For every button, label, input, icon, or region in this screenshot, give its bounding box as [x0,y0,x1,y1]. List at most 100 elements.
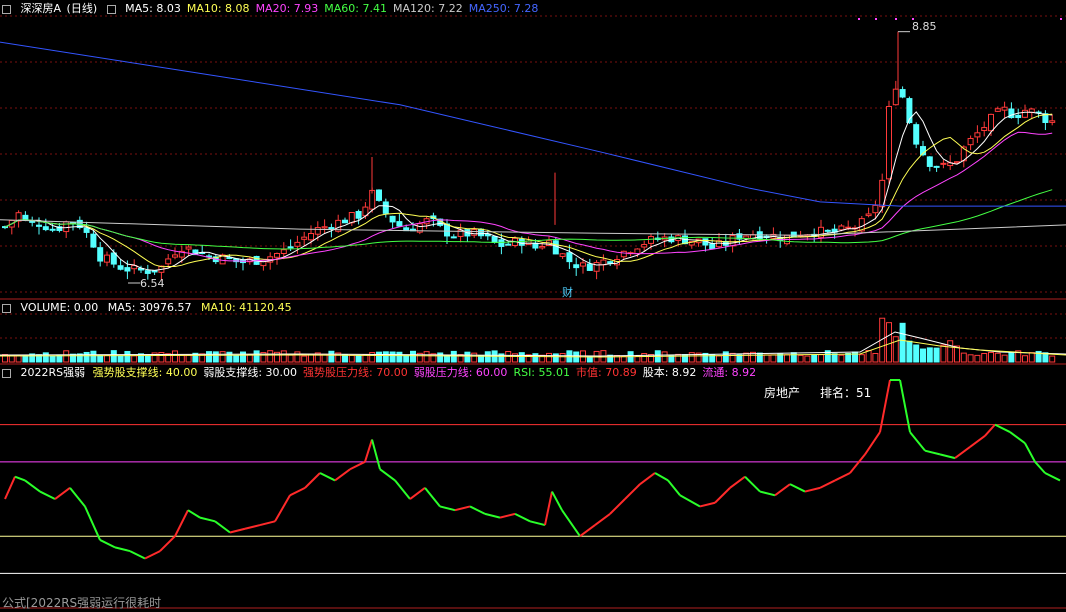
rsi-segment [594,513,611,526]
candle-body [110,252,117,265]
footer-formula: 公式[2022RS强弱运行很耗时 [2,596,162,610]
candle-body [97,247,104,262]
candle-body [328,227,335,230]
rsi-segment [319,472,336,482]
volume-bar [246,354,253,363]
rsi-segment [304,472,321,489]
candle-body [620,250,627,258]
rsi-segment [99,539,116,549]
rsi-segment [14,475,26,482]
candle-body [63,221,70,233]
volume-toggle-icon[interactable] [2,303,11,313]
event-tag[interactable]: 财 [562,286,573,300]
candle-body [593,262,600,272]
rsi-segment [551,491,563,511]
rsi-segment [364,439,373,463]
rsi-segment [4,476,16,500]
candle-body [471,229,478,236]
candle-body [586,263,593,271]
candle-body [845,226,852,229]
volume-bar [124,350,131,363]
candle-body [172,254,178,258]
candle-body [280,249,287,254]
rsi-segment [54,487,71,500]
volume-bar [8,355,15,363]
candle-body [498,239,505,247]
volume-bar [403,354,410,363]
candle-body [287,246,294,249]
rank-label: 排名：51 [820,386,872,400]
ma-legend-item-0: MA5: 8.03 [125,2,181,15]
volume-bar [546,352,552,363]
volume-bar [532,353,539,363]
volume-bars [0,317,1066,363]
candle-body [539,246,546,249]
ma-legend-item-2: MA20: 7.93 [255,2,319,15]
volume-bar [804,355,811,363]
rsi-segment [774,483,791,497]
volume-bar [899,322,906,363]
volume-bar [226,351,233,363]
candle-body [634,248,641,255]
volume-panel-header: VOLUME: 0.00 MA5: 30976.57 MA10: 41120.4… [2,301,298,315]
rsi-panel-header: 2022RS强弱 强势股支撑线: 40.00 弱股支撑线: 30.00 强势股压力线… [2,366,768,380]
volume-bar [464,351,471,363]
volume-bar [240,351,246,363]
candle-body [491,236,498,243]
candle-body [117,265,124,270]
volume-bar [913,344,920,363]
rsi-toggle-icon[interactable] [2,368,11,378]
volume-bar [1022,355,1028,363]
rsi-segment [409,487,426,500]
panel-toggle-icon[interactable] [2,4,11,14]
candle-body [185,246,192,250]
volume-bar [831,353,838,363]
volume-bar [716,355,722,363]
period-label: (日线) [66,2,98,15]
rsi-segment [144,550,161,560]
volume-bar [1001,354,1008,363]
rsi-segment [24,479,41,493]
candle-body [294,241,301,247]
rsi-segment [454,505,471,512]
rsi-segment [924,449,941,456]
volume-bar [1008,352,1015,363]
volume-bar [872,352,879,363]
low-price-label: 6.54 [140,277,165,290]
ma-legend-item-5: MA250: 7.28 [468,2,539,15]
ma-toggle-icon[interactable] [106,4,116,14]
volume-bar [886,322,892,363]
candle-body [321,226,328,229]
volume-bar [63,350,70,363]
volume-bar [219,351,226,363]
rsi-legend-item-4: RSI: 55.01 [513,366,571,379]
ma-legend-item-3: MA60: 7.41 [324,2,387,15]
volume-bar [206,351,212,363]
ma-legend-item-1: MA10: 8.08 [186,2,250,15]
rsi-segment [1009,431,1026,445]
candle-body [478,228,484,237]
volume-bar [552,353,559,363]
volume-bar [743,352,750,363]
volume-bar [49,355,56,363]
candle-body [994,108,1001,112]
candle-body [36,224,42,227]
volume-bar [797,354,804,363]
rsi-segment [789,483,806,493]
volume-bar [396,351,403,363]
rsi-segment [939,453,956,460]
volume-bar [110,350,117,363]
volume-bar [920,348,926,363]
ma250-line [0,41,1066,207]
candle-body [838,225,845,231]
volume-bar [933,347,940,363]
rsi-name: 2022RS强弱 [20,366,86,379]
candle-body [314,227,321,235]
rsi-series [0,379,1066,574]
volume-bar [382,351,389,363]
ma5-line [4,111,1053,271]
rsi-segment [759,490,776,497]
candle-body [1001,106,1008,111]
volume-bar [42,352,49,363]
signal-dot [875,18,877,20]
